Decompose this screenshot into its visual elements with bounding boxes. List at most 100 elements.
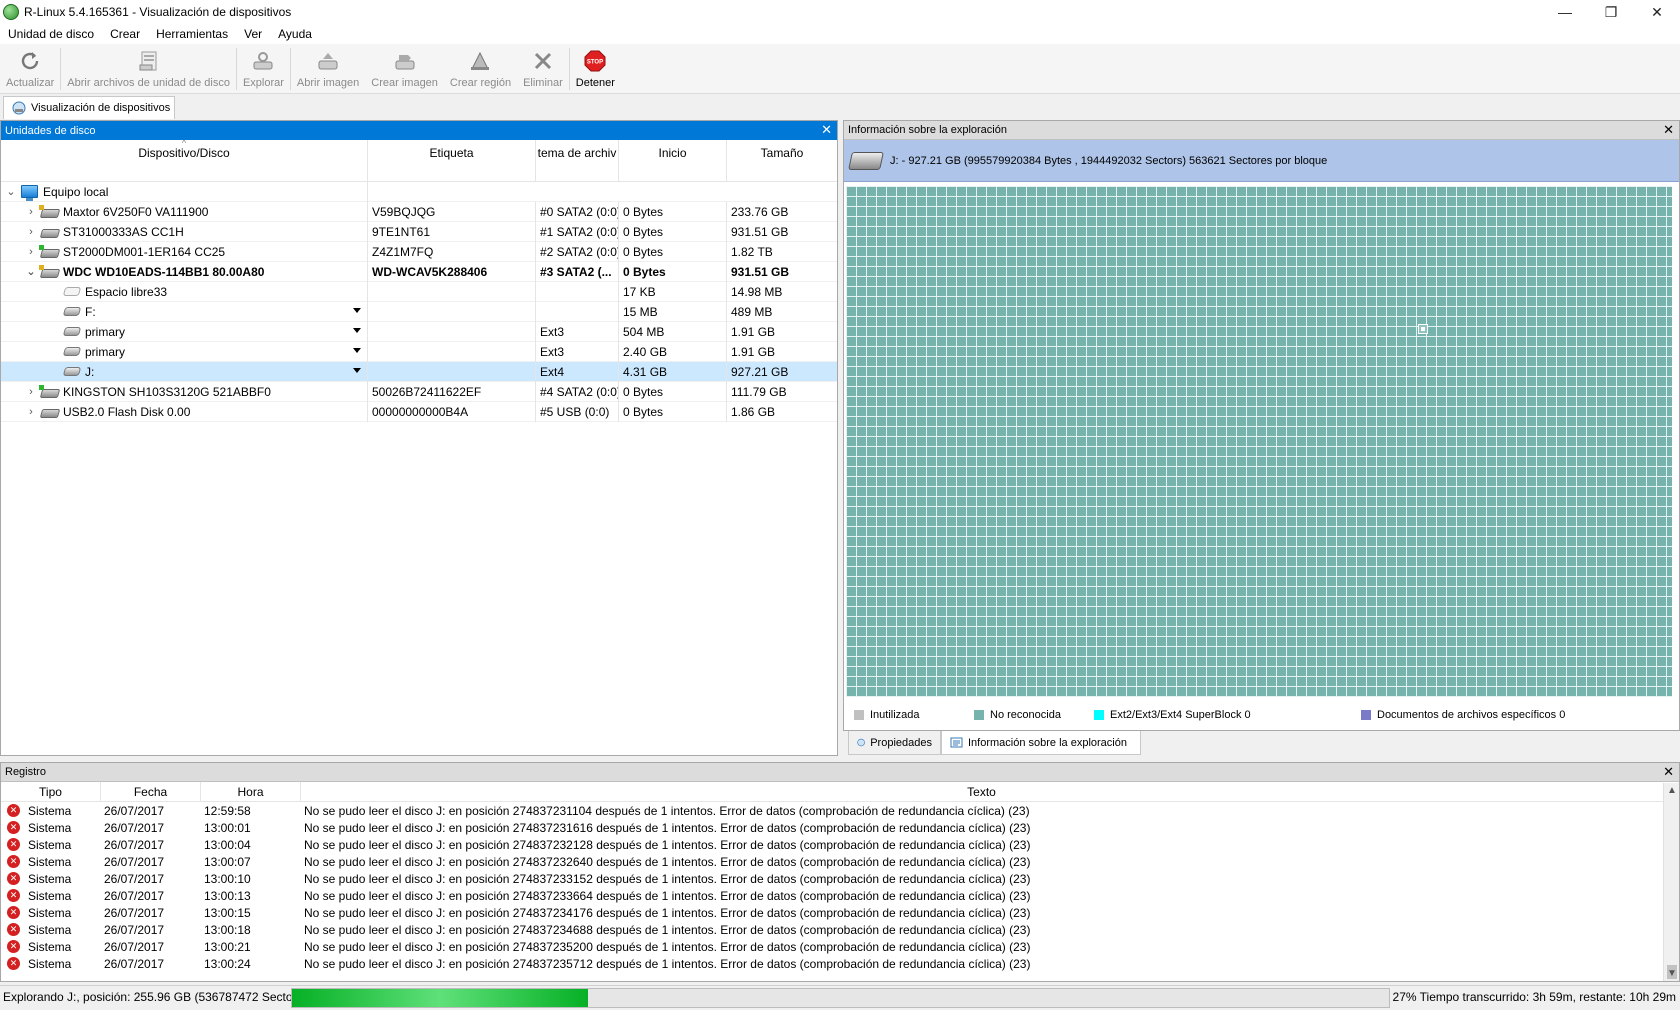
log-row[interactable]: ✕ Sistema 26/07/2017 13:00:21 No se pudo le… [1, 938, 1679, 955]
tree-root-row[interactable]: ⌄ Equipo local [1, 181, 837, 202]
expand-icon[interactable]: › [25, 246, 37, 258]
log-row[interactable]: ✕ Sistema 26/07/2017 13:00:13 No se pudo le… [1, 887, 1679, 904]
col-device[interactable]: ^ Dispositivo/Disco [1, 140, 368, 181]
open-drive-files-icon [139, 51, 157, 71]
refresh-button[interactable]: Actualizar [0, 44, 60, 94]
expand-icon[interactable]: › [25, 406, 37, 418]
hard-disk-icon [39, 264, 58, 277]
scan-button[interactable]: Explorar [237, 44, 290, 94]
app-icon [3, 4, 19, 20]
close-panel-icon[interactable]: ✕ [821, 122, 832, 138]
create-image-icon [395, 55, 415, 70]
tab-properties[interactable]: Propiedades [848, 731, 941, 755]
close-panel-icon[interactable]: ✕ [1663, 122, 1674, 138]
legend-item: No reconocida [974, 709, 1061, 721]
close-panel-icon[interactable]: ✕ [1663, 764, 1674, 780]
log-row[interactable]: ✕ Sistema 26/07/2017 13:00:07 No se pudo le… [1, 853, 1679, 870]
expand-icon[interactable]: › [25, 226, 37, 238]
stop-icon: STOP [584, 50, 606, 72]
minimize-button[interactable]: — [1542, 0, 1588, 24]
scan-info-panel: Información sobre la exploración ✕ J: - … [843, 120, 1680, 731]
create-image-button[interactable]: Crear imagen [365, 44, 444, 94]
close-button[interactable]: ✕ [1634, 0, 1680, 24]
partition-row[interactable]: primary Ext3 504 MB 1.91 GB [1, 321, 837, 342]
delete-icon [534, 52, 551, 70]
disk-row[interactable]: › ST31000333AS CC1H 9TE1NT61 #1 SATA2 (0:… [1, 221, 837, 242]
error-icon: ✕ [7, 957, 20, 970]
elapsed-remaining-status: 27% Tiempo transcurrido: 3h 59m, restant… [1392, 990, 1676, 1004]
col-size[interactable]: Tamaño [727, 140, 837, 181]
scan-info-icon [950, 737, 963, 748]
scan-target-info: J: - 927.21 GB (995579920384 Bytes , 194… [844, 140, 1679, 182]
disk-row[interactable]: › USB2.0 Flash Disk 0.00 00000000000B4A #… [1, 401, 837, 422]
scroll-down-icon[interactable]: ▼ [1667, 968, 1677, 979]
tab-device-view[interactable]: Visualización de dispositivos [3, 96, 175, 119]
col-text[interactable]: Texto [301, 782, 1662, 801]
usb-disk-icon [41, 407, 58, 417]
dropdown-arrow-icon[interactable] [353, 367, 361, 373]
col-filesystem[interactable]: tema de archiv [536, 140, 619, 181]
delete-button[interactable]: Eliminar [517, 44, 569, 94]
col-date[interactable]: Fecha [101, 782, 201, 801]
log-row[interactable]: ✕ Sistema 26/07/2017 13:00:10 No se pudo le… [1, 870, 1679, 887]
log-scrollbar[interactable]: ▲ ▼ [1663, 783, 1679, 981]
scan-block-map[interactable] [846, 186, 1672, 697]
toolbar: Actualizar Abrir archivos de unidad de d… [0, 44, 1680, 94]
col-start[interactable]: Inicio [619, 140, 727, 181]
partition-row[interactable]: primary Ext3 2.40 GB 1.91 GB [1, 341, 837, 362]
col-time[interactable]: Hora [201, 782, 301, 801]
create-region-button[interactable]: Crear región [444, 44, 517, 94]
disk-row[interactable]: › KINGSTON SH103S3120G 521ABBF0 50026B724… [1, 381, 837, 402]
expand-icon[interactable]: › [25, 386, 37, 398]
open-image-button[interactable]: Abrir imagen [291, 44, 365, 94]
log-table-header: Tipo Fecha Hora Texto [1, 782, 1679, 802]
restore-button[interactable]: ❐ [1588, 0, 1634, 24]
menu-tools[interactable]: Herramientas [148, 27, 236, 41]
legend-swatch [974, 710, 984, 720]
error-icon: ✕ [7, 906, 20, 919]
hard-disk-icon [41, 227, 58, 237]
log-row[interactable]: ✕ Sistema 26/07/2017 13:00:04 No se pudo le… [1, 836, 1679, 853]
partition-row-selected[interactable]: J: Ext4 4.31 GB 927.21 GB [1, 361, 837, 382]
menu-help[interactable]: Ayuda [270, 27, 320, 41]
tab-scan-info[interactable]: Información sobre la exploración [941, 731, 1141, 755]
create-region-icon [471, 51, 490, 70]
log-row[interactable]: ✕ Sistema 26/07/2017 13:00:15 No se pudo le… [1, 904, 1679, 921]
hard-disk-icon [848, 151, 884, 170]
log-row[interactable]: ✕ Sistema 26/07/2017 13:00:01 No se pudo le… [1, 819, 1679, 836]
menu-disk-drive[interactable]: Unidad de disco [0, 27, 102, 41]
partition-icon [62, 327, 82, 336]
collapse-icon[interactable]: ⌄ [25, 265, 37, 278]
free-space-icon [62, 287, 82, 296]
error-icon: ✕ [7, 872, 20, 885]
menu-bar: Unidad de disco Crear Herramientas Ver A… [0, 24, 1680, 44]
partition-row[interactable]: F: 15 MB 489 MB [1, 301, 837, 322]
refresh-icon [21, 52, 39, 70]
open-image-icon [318, 53, 338, 70]
scan-position-status: Explorando J:, posición: 255.96 GB (5367… [3, 990, 307, 1004]
hard-disk-icon [39, 244, 58, 257]
log-row[interactable]: ✕ Sistema 26/07/2017 13:00:24 No se pudo le… [1, 955, 1679, 972]
disk-drives-panel-header: Unidades de disco ✕ [1, 121, 837, 140]
disk-row[interactable]: › ST2000DM001-1ER164 CC25 Z4Z1M7FQ #2 SAT… [1, 241, 837, 262]
disk-row[interactable]: › Maxtor 6V250F0 VA111900 V59BQJQG #0 SAT… [1, 201, 837, 222]
menu-create[interactable]: Crear [102, 27, 148, 41]
log-row[interactable]: ✕ Sistema 26/07/2017 12:59:58 No se pudo le… [1, 802, 1679, 819]
error-icon: ✕ [7, 923, 20, 936]
stop-button[interactable]: STOP Detener [570, 44, 621, 94]
disk-row-expanded[interactable]: ⌄ WDC WD10EADS-114BB1 80.00A80 WD-WCAV5K2… [1, 261, 837, 282]
scroll-up-icon[interactable]: ▲ [1667, 785, 1677, 796]
dropdown-arrow-icon[interactable] [353, 347, 361, 353]
collapse-icon[interactable]: ⌄ [5, 185, 17, 198]
col-label[interactable]: Etiqueta [368, 140, 536, 181]
error-icon: ✕ [7, 804, 20, 817]
col-type[interactable]: Tipo [1, 782, 101, 801]
partition-row[interactable]: Espacio libre33 17 KB 14.98 MB [1, 281, 837, 302]
expand-icon[interactable]: › [25, 206, 37, 218]
partition-icon [62, 367, 82, 376]
dropdown-arrow-icon[interactable] [353, 307, 361, 313]
dropdown-arrow-icon[interactable] [353, 327, 361, 333]
log-row[interactable]: ✕ Sistema 26/07/2017 13:00:18 No se pudo le… [1, 921, 1679, 938]
open-drive-files-button[interactable]: Abrir archivos de unidad de disco [61, 44, 236, 94]
menu-view[interactable]: Ver [236, 27, 270, 41]
